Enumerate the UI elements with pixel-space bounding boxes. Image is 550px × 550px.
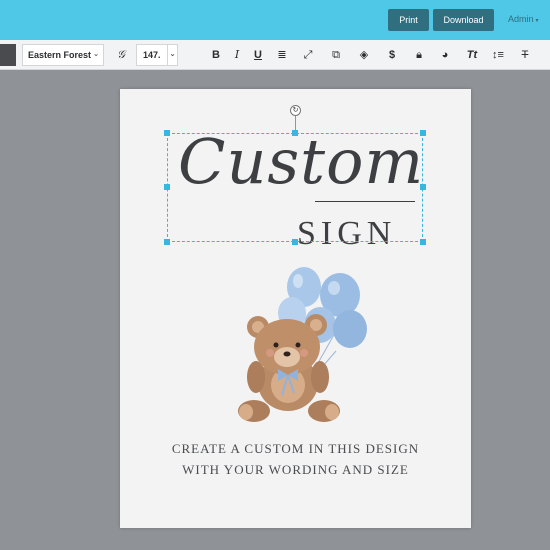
font-style-icon[interactable]: 𝒢 bbox=[110, 44, 132, 66]
underline-icon[interactable]: U bbox=[247, 44, 269, 66]
admin-menu[interactable]: Admin ▾ bbox=[508, 14, 539, 24]
resize-handle-top-left[interactable] bbox=[164, 130, 170, 136]
app-header: Print Download Admin ▾ bbox=[0, 0, 550, 40]
caption-line-1[interactable]: CREATE A CUSTOM IN THIS DESIGN bbox=[140, 441, 451, 457]
selection-box[interactable] bbox=[164, 130, 426, 245]
line-height-icon[interactable]: ↕≡ bbox=[487, 44, 509, 66]
text-transform-icon[interactable]: Tt bbox=[461, 44, 483, 66]
text-strike-icon[interactable]: T bbox=[514, 44, 536, 66]
caption-line-2[interactable]: WITH YOUR WORDING AND SIZE bbox=[140, 462, 451, 478]
chevron-down-icon: ⌄ bbox=[93, 51, 99, 58]
design-canvas[interactable]: Custom SIGN ↻ CREATE A CUSTOM IN THIS DE… bbox=[120, 89, 471, 528]
teddy-bear-balloons-illustration[interactable] bbox=[232, 255, 372, 423]
layers-icon[interactable]: ◈ bbox=[353, 44, 375, 66]
font-size-input[interactable]: 147. ⌄ bbox=[136, 44, 178, 66]
text-toolbar: Eastern Forest ⌄ 𝒢 147. ⌄ B I U ≣ ⤢ ⧉ ◈ … bbox=[0, 40, 550, 70]
resize-handle-top[interactable] bbox=[292, 130, 298, 136]
print-button[interactable]: Print bbox=[388, 9, 429, 31]
color-swatch[interactable] bbox=[0, 44, 16, 66]
align-icon[interactable]: ≣ bbox=[271, 44, 293, 66]
resize-handle-right[interactable] bbox=[420, 184, 426, 190]
font-family-value: Eastern Forest bbox=[28, 50, 92, 60]
resize-handle-bottom-right[interactable] bbox=[420, 239, 426, 245]
rotate-handle-icon[interactable]: ↻ bbox=[290, 105, 301, 116]
duplicate-icon[interactable]: ⧉ bbox=[325, 44, 347, 66]
font-size-stepper[interactable]: ⌄ bbox=[167, 45, 177, 65]
font-size-value: 147. bbox=[143, 50, 161, 60]
font-family-select[interactable]: Eastern Forest ⌄ bbox=[22, 44, 104, 66]
resize-handle-bottom[interactable] bbox=[292, 239, 298, 245]
resize-icon[interactable]: ⤢ bbox=[297, 44, 319, 66]
resize-handle-bottom-left[interactable] bbox=[164, 239, 170, 245]
admin-label: Admin bbox=[508, 14, 534, 24]
color-icon[interactable]: ◕ bbox=[434, 44, 456, 66]
lock-icon[interactable]: 🔒︎ bbox=[408, 44, 430, 66]
chevron-down-icon: ▾ bbox=[535, 18, 539, 24]
resize-handle-top-right[interactable] bbox=[420, 130, 426, 136]
dollar-icon[interactable]: $ bbox=[381, 44, 403, 66]
resize-handle-left[interactable] bbox=[164, 184, 170, 190]
italic-icon[interactable]: I bbox=[226, 44, 248, 66]
download-button[interactable]: Download bbox=[433, 9, 494, 31]
bold-icon[interactable]: B bbox=[205, 44, 227, 66]
